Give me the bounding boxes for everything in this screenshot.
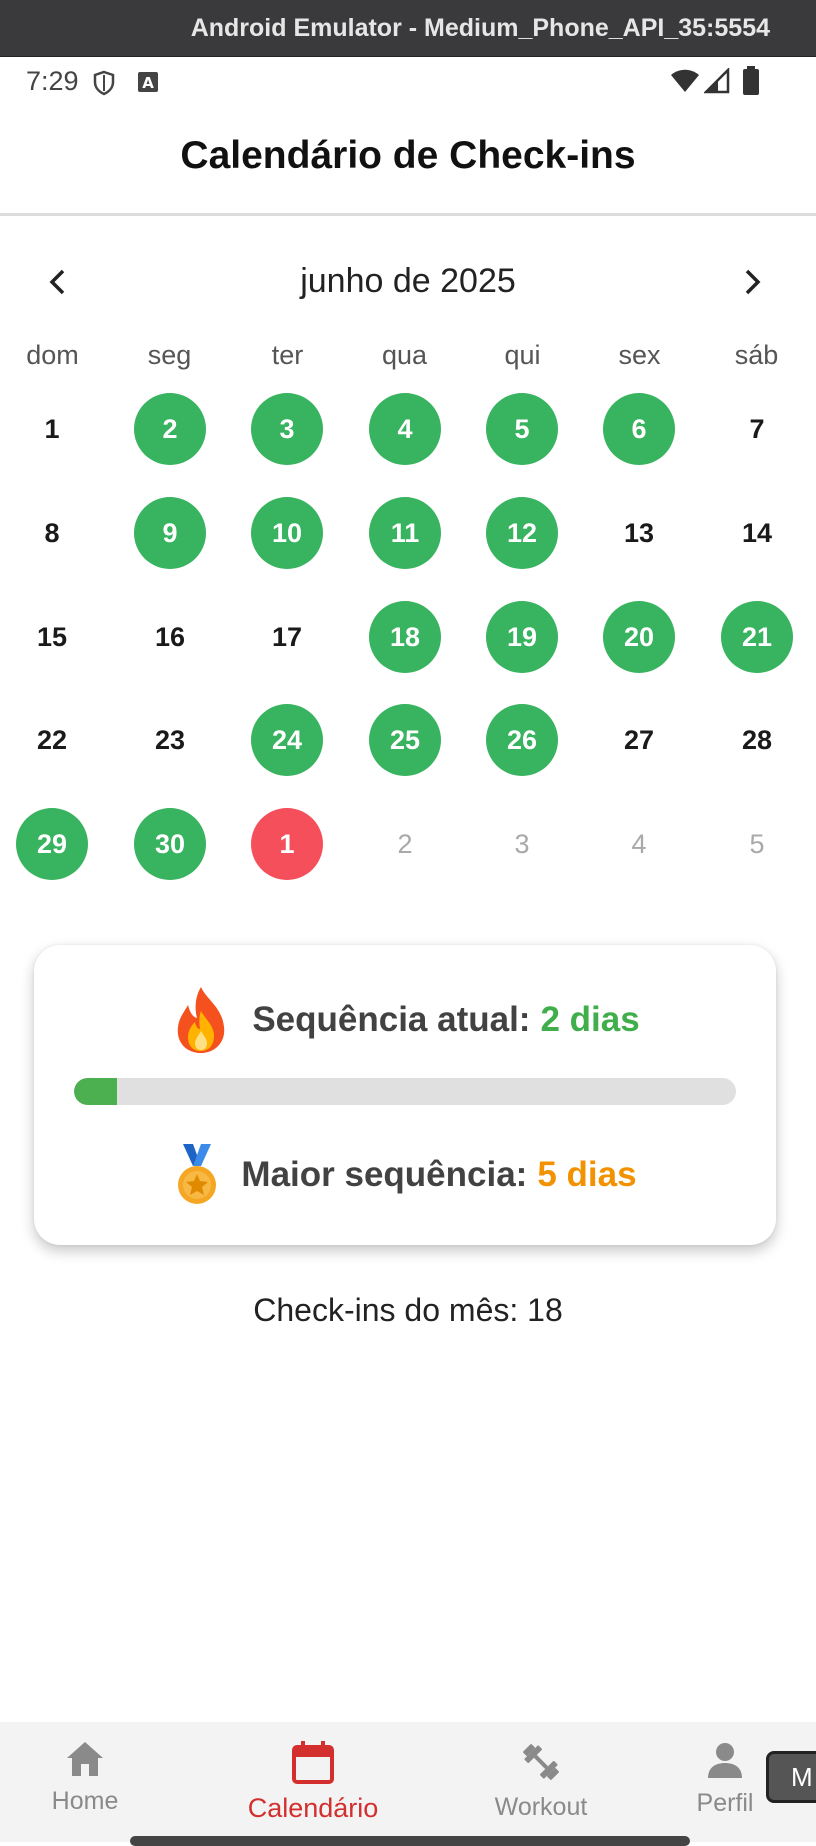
bottom-navigation: Home Calendário Workout Perfil xyxy=(0,1722,816,1842)
current-streak-row: Sequência atual: 2 dias xyxy=(34,985,776,1055)
calendar-day-checked[interactable]: 9 xyxy=(134,497,206,569)
best-streak-label: Maior sequência: xyxy=(241,1155,528,1194)
page-title: Calendário de Check-ins xyxy=(180,133,636,177)
calendar-day-outside[interactable]: 3 xyxy=(486,808,558,880)
emulator-side-tab[interactable]: M xyxy=(766,1751,816,1803)
status-bar: 7:29 A xyxy=(0,58,816,108)
calendar-icon xyxy=(292,1741,334,1784)
calendar-day-none[interactable]: 23 xyxy=(134,704,206,776)
calendar-day-checked[interactable]: 11 xyxy=(369,497,441,569)
dumbbell-icon xyxy=(523,1744,559,1780)
weekday-label: ter xyxy=(271,340,304,370)
calendar-day-none[interactable]: 22 xyxy=(16,704,88,776)
calendar-day-checked[interactable]: 24 xyxy=(251,704,323,776)
weekday-label: qui xyxy=(504,340,541,370)
calendar-day-checked[interactable]: 4 xyxy=(369,393,441,465)
calendar-day-outside[interactable]: 5 xyxy=(721,808,793,880)
nav-home-label: Home xyxy=(51,1787,119,1815)
nav-workout[interactable]: Workout xyxy=(466,1740,616,1822)
current-streak-value: 2 dias xyxy=(540,1000,640,1039)
calendar-day-checked[interactable]: 29 xyxy=(16,808,88,880)
calendar-day-checked[interactable]: 5 xyxy=(486,393,558,465)
calendar-day-none[interactable]: 28 xyxy=(721,704,793,776)
streak-progress-bar xyxy=(74,1078,736,1105)
weekday-header-row: dom seg ter qua qui sex sáb xyxy=(0,340,816,384)
calendar-day-none[interactable]: 15 xyxy=(16,601,88,673)
keyboard-a-icon: A xyxy=(137,71,159,98)
calendar-day-none[interactable]: 13 xyxy=(603,497,675,569)
calendar-day-none[interactable]: 17 xyxy=(251,601,323,673)
side-tab-label: M xyxy=(791,1762,813,1792)
shield-icon xyxy=(92,70,116,101)
calendar-day-checked[interactable]: 25 xyxy=(369,704,441,776)
best-streak-row: Maior sequência: 5 dias xyxy=(34,1143,776,1207)
current-streak-label: Sequência atual: xyxy=(252,1000,531,1039)
calendar-day-checked[interactable]: 21 xyxy=(721,601,793,673)
calendar-day-checked[interactable]: 26 xyxy=(486,704,558,776)
calendar-day-checked[interactable]: 19 xyxy=(486,601,558,673)
person-icon xyxy=(708,1743,742,1778)
calendar-day-checked[interactable]: 12 xyxy=(486,497,558,569)
calendar-day-outside[interactable]: 4 xyxy=(603,808,675,880)
next-month-button[interactable] xyxy=(730,260,774,304)
wifi-icon xyxy=(670,68,700,99)
chevron-right-icon xyxy=(745,269,761,295)
calendar-day-none[interactable]: 1 xyxy=(16,393,88,465)
nav-calendar[interactable]: Calendário xyxy=(238,1740,388,1824)
calendar-day-missed[interactable]: 1 xyxy=(251,808,323,880)
best-streak-value: 5 dias xyxy=(537,1155,637,1194)
calendar-day-checked[interactable]: 30 xyxy=(134,808,206,880)
weekday-label: sex xyxy=(618,340,661,370)
streak-progress-fill xyxy=(74,1078,118,1105)
home-icon xyxy=(67,1742,103,1776)
calendar-day-none[interactable]: 7 xyxy=(721,393,793,465)
weekday-label: sáb xyxy=(734,340,779,370)
calendar-day-checked[interactable]: 20 xyxy=(603,601,675,673)
emulator-title-bar: Android Emulator - Medium_Phone_API_35:5… xyxy=(0,0,816,57)
nav-workout-label: Workout xyxy=(494,1793,588,1821)
emulator-title: Android Emulator - Medium_Phone_API_35:5… xyxy=(190,13,770,42)
nav-calendar-label: Calendário xyxy=(247,1793,379,1823)
monthly-checkins-count: Check-ins do mês: 18 xyxy=(253,1292,563,1328)
month-label: junho de 2025 xyxy=(300,262,516,300)
signal-icon xyxy=(702,66,730,99)
calendar-day-checked[interactable]: 2 xyxy=(134,393,206,465)
status-time: 7:29 xyxy=(26,66,79,96)
calendar-day-outside[interactable]: 2 xyxy=(369,808,441,880)
home-indicator xyxy=(130,1836,690,1846)
chevron-left-icon xyxy=(49,269,65,295)
month-navigation: junho de 2025 xyxy=(0,252,816,312)
weekday-label: dom xyxy=(26,340,79,370)
svg-text:A: A xyxy=(142,74,154,92)
calendar-day-none[interactable]: 14 xyxy=(721,497,793,569)
medal-icon xyxy=(173,1144,221,1206)
nav-home[interactable]: Home xyxy=(10,1740,160,1816)
calendar-day-none[interactable]: 16 xyxy=(134,601,206,673)
calendar-day-checked[interactable]: 10 xyxy=(251,497,323,569)
prev-month-button[interactable] xyxy=(36,260,80,304)
battery-icon xyxy=(742,66,760,101)
calendar-day-checked[interactable]: 3 xyxy=(251,393,323,465)
calendar-day-checked[interactable]: 6 xyxy=(603,393,675,465)
app-bar: Calendário de Check-ins xyxy=(0,108,816,216)
fire-icon xyxy=(170,985,232,1055)
calendar-day-checked[interactable]: 18 xyxy=(369,601,441,673)
weekday-label: seg xyxy=(147,340,192,370)
calendar-day-none[interactable]: 8 xyxy=(16,497,88,569)
calendar-day-none[interactable]: 27 xyxy=(603,704,675,776)
weekday-label: qua xyxy=(381,340,428,370)
streak-card: Sequência atual: 2 dias Maior sequência:… xyxy=(34,945,776,1245)
